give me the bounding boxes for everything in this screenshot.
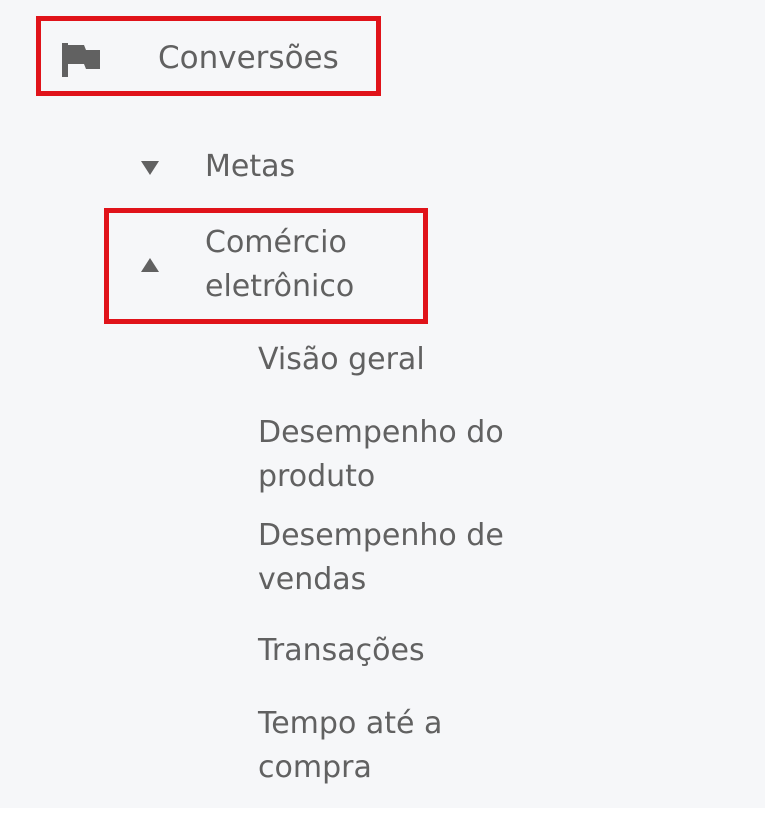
sidebar-subitem-label-line2: compra	[258, 750, 372, 785]
sidebar-section-label: Conversões	[158, 40, 339, 76]
sidebar-subitem-label-line2: vendas	[258, 562, 367, 597]
sidebar-group-label-line1: Comércio	[205, 225, 347, 260]
sidebar-group-label-line2: eletrônico	[205, 269, 355, 304]
sidebar-panel: Conversões Metas Comércio eletrônico Vis…	[0, 0, 765, 808]
sidebar-subitem-label-line1: Tempo até a	[258, 706, 443, 741]
sidebar-group-label: Metas	[205, 149, 296, 184]
flag-icon	[62, 43, 100, 77]
sidebar-subitem-label-line1: Desempenho de	[258, 518, 504, 553]
sidebar-subitem-label-line2: produto	[258, 459, 376, 494]
triangle-up-icon	[141, 258, 159, 272]
triangle-down-icon	[141, 161, 159, 175]
sidebar-subitem-label: Transações	[258, 633, 425, 668]
sidebar-subitem-label: Visão geral	[258, 342, 425, 377]
sidebar-subitem-label-line1: Desempenho do	[258, 415, 504, 450]
